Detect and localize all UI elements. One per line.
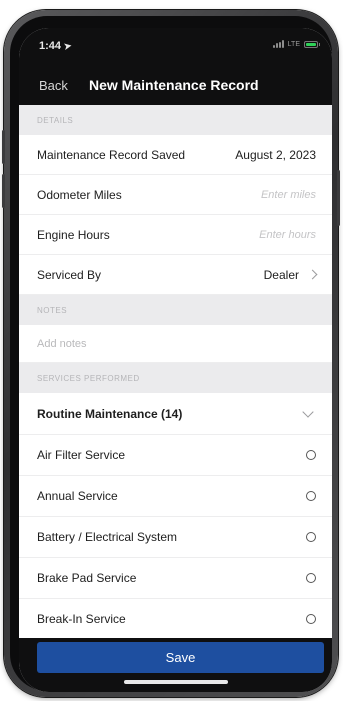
maintenance-date-row[interactable]: Maintenance Record Saved August 2, 2023	[19, 135, 332, 175]
serviced-by-value: Dealer	[263, 267, 299, 282]
form-content: DETAILS Maintenance Record Saved August …	[19, 105, 332, 640]
service-item-annual[interactable]: Annual Service	[19, 476, 332, 517]
engine-hours-input[interactable]: Enter hours	[259, 229, 316, 241]
maintenance-date-value: August 2, 2023	[235, 147, 316, 162]
chevron-down-icon	[302, 405, 314, 418]
radio-button-icon[interactable]	[306, 532, 316, 542]
odometer-input[interactable]: Enter miles	[261, 189, 316, 201]
nav-header: 1:44 ➤ LTE Back New Maintenance Record	[19, 28, 332, 105]
radio-button-icon[interactable]	[306, 614, 316, 624]
service-item-battery[interactable]: Battery / Electrical System	[19, 517, 332, 558]
serviced-by-row[interactable]: Serviced By Dealer	[19, 255, 332, 295]
row-label: Maintenance Record Saved	[37, 147, 186, 162]
section-header-notes: NOTES	[19, 295, 332, 325]
volume-up-button	[2, 130, 5, 164]
location-arrow-icon: ➤	[63, 40, 73, 52]
odometer-row[interactable]: Odometer Miles Enter miles	[19, 175, 332, 215]
app-screen: 1:44 ➤ LTE Back New Maintenance Record DE…	[19, 28, 332, 692]
status-time-text: 1:44	[39, 40, 62, 52]
service-label: Break-In Service	[37, 612, 126, 626]
side-button	[337, 170, 340, 226]
row-label: Odometer Miles	[37, 187, 122, 202]
volume-down-button	[2, 174, 5, 208]
service-item-air-filter[interactable]: Air Filter Service	[19, 435, 332, 476]
routine-maintenance-group[interactable]: Routine Maintenance (14)	[19, 393, 332, 435]
signal-icon	[272, 40, 284, 48]
service-item-break-in[interactable]: Break-In Service	[19, 599, 332, 640]
page-title: New Maintenance Record	[89, 77, 259, 93]
notes-input[interactable]: Add notes	[19, 325, 332, 363]
phone-device: 1:44 ➤ LTE Back New Maintenance Record DE…	[2, 10, 340, 697]
battery-level	[306, 42, 316, 46]
radio-button-icon[interactable]	[306, 491, 316, 501]
status-indicators: LTE	[272, 40, 320, 48]
network-type: LTE	[287, 40, 300, 48]
footer-bar: Save	[19, 638, 332, 692]
service-label: Annual Service	[37, 489, 118, 503]
section-header-services: SERVICES PERFORMED	[19, 363, 332, 393]
home-indicator[interactable]	[123, 680, 228, 684]
status-time: 1:44 ➤	[39, 40, 72, 52]
group-label: Routine Maintenance (14)	[37, 406, 183, 421]
row-label: Engine Hours	[37, 227, 110, 242]
battery-icon	[304, 40, 320, 48]
service-label: Air Filter Service	[37, 448, 126, 462]
section-header-details: DETAILS	[19, 105, 332, 135]
save-button[interactable]: Save	[37, 642, 324, 673]
service-label: Battery / Electrical System	[37, 530, 178, 544]
radio-button-icon[interactable]	[306, 450, 316, 460]
row-label: Serviced By	[37, 267, 102, 282]
engine-hours-row[interactable]: Engine Hours Enter hours	[19, 215, 332, 255]
radio-button-icon[interactable]	[306, 573, 316, 583]
service-label: Brake Pad Service	[37, 571, 137, 585]
service-item-brake-pad[interactable]: Brake Pad Service	[19, 558, 332, 599]
chevron-right-icon	[307, 269, 318, 280]
back-button[interactable]: Back	[39, 78, 68, 93]
